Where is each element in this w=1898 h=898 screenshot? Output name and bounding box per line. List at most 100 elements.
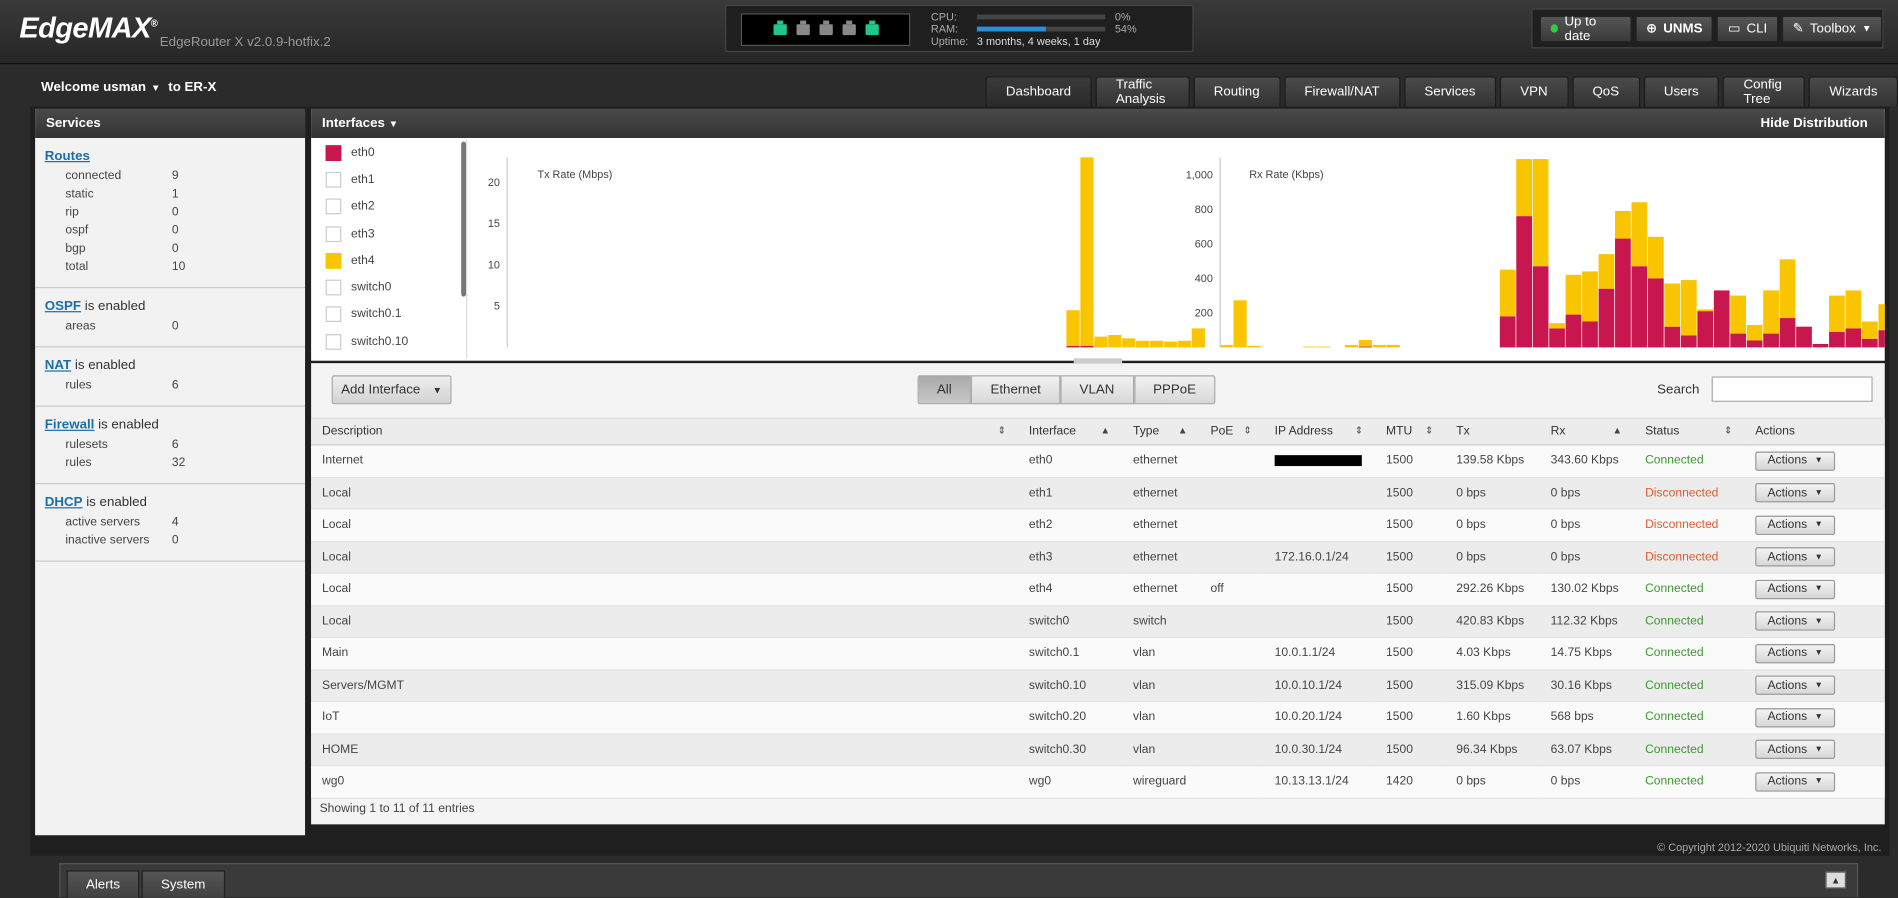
actions-button[interactable]: Actions ▼: [1755, 547, 1836, 567]
tab-services[interactable]: Services: [1403, 76, 1497, 107]
hide-distribution-button[interactable]: Hide Distribution: [1761, 116, 1868, 131]
legend-item[interactable]: eth0: [311, 139, 466, 166]
legend-checkbox[interactable]: [325, 144, 342, 161]
filter-all[interactable]: All: [917, 375, 972, 405]
actions-label: Actions: [1767, 582, 1808, 596]
actions-button[interactable]: Actions ▼: [1755, 707, 1836, 728]
tab-routing[interactable]: Routing: [1193, 76, 1281, 107]
status-value: Connected: [1645, 646, 1704, 661]
cell-desc: IoT: [311, 701, 1019, 735]
tab-config-tree[interactable]: Config Tree: [1722, 76, 1806, 107]
legend-item[interactable]: eth2: [311, 193, 466, 220]
tab-qos[interactable]: QoS: [1571, 76, 1640, 107]
actions-button[interactable]: Actions ▼: [1755, 739, 1836, 760]
dhcp-status: is enabled: [82, 495, 147, 510]
column-header-interface[interactable]: Interface ▲: [1018, 417, 1123, 446]
legend-checkbox[interactable]: [325, 252, 342, 269]
unms-button[interactable]: ⊕ UNMS: [1635, 15, 1714, 42]
legend-item[interactable]: eth4: [311, 247, 466, 274]
alerts-tab[interactable]: Alerts: [66, 870, 140, 898]
actions-button[interactable]: Actions ▼: [1755, 643, 1836, 664]
type-value: vlan: [1133, 710, 1156, 725]
firewall-link[interactable]: Firewall: [45, 418, 95, 433]
bar-eth4: [1779, 259, 1796, 319]
legend-item[interactable]: switch0.10: [311, 328, 466, 355]
column-header-type[interactable]: Type ▲: [1122, 417, 1200, 446]
firewall-row: rulesets 6: [45, 436, 296, 454]
column-header-status[interactable]: Status ⇕: [1634, 417, 1745, 446]
actions-button[interactable]: Actions ▼: [1755, 451, 1836, 471]
column-header-ip-address[interactable]: IP Address ⇕: [1263, 417, 1376, 446]
legend-item[interactable]: switch0.1: [311, 301, 466, 328]
tab-firewall-nat[interactable]: Firewall/NAT: [1283, 76, 1401, 107]
service-key: connected: [65, 169, 122, 183]
ip-value: 10.0.20.1/24: [1274, 710, 1342, 725]
tx-value: 0 bps: [1456, 550, 1486, 564]
actions-button[interactable]: Actions ▼: [1755, 611, 1836, 631]
filter-pppoe[interactable]: PPPoE: [1133, 375, 1216, 405]
cell-actions: Actions ▼: [1744, 669, 1885, 703]
cli-button[interactable]: ▭ CLI: [1716, 15, 1779, 42]
bar-eth4: [1233, 300, 1247, 348]
legend-checkbox[interactable]: [325, 171, 342, 188]
header-buttons: Up to date ⊕ UNMS ▭ CLI ✎ Toolbox ▼: [1531, 8, 1884, 49]
bar-eth0: [1861, 338, 1878, 348]
column-header-rx[interactable]: Rx ▲: [1539, 417, 1635, 446]
bar-eth4: [1108, 335, 1122, 348]
column-label: Rx: [1550, 424, 1566, 439]
legend-label: eth3: [351, 227, 375, 241]
collapse-icon[interactable]: ▲: [1825, 871, 1847, 889]
actions-button[interactable]: Actions ▼: [1755, 771, 1836, 792]
routes-link[interactable]: Routes: [45, 149, 90, 164]
tab-dashboard[interactable]: Dashboard: [985, 76, 1092, 107]
legend-item[interactable]: eth1: [311, 166, 466, 193]
tab-traffic-analysis[interactable]: Traffic Analysis: [1095, 76, 1190, 107]
cpu-bar: [976, 14, 1106, 20]
dhcp-link[interactable]: DHCP: [45, 495, 83, 510]
column-header-poe[interactable]: PoE ⇕: [1199, 417, 1264, 446]
tab-users[interactable]: Users: [1643, 76, 1720, 107]
legend-checkbox[interactable]: [325, 306, 342, 323]
add-interface-button[interactable]: Add Interface ▼: [331, 375, 452, 405]
system-tab[interactable]: System: [141, 870, 225, 898]
service-value: 0: [171, 533, 179, 548]
bar-eth0: [1878, 330, 1895, 348]
welcome-user-menu[interactable]: Welcome usman ▼: [41, 80, 160, 95]
legend-checkbox[interactable]: [325, 198, 342, 215]
bar-eth4: [1344, 344, 1359, 348]
search-input[interactable]: [1711, 376, 1873, 402]
cell-tx: 315.09 Kbps: [1445, 669, 1540, 703]
column-header-mtu[interactable]: MTU ⇕: [1375, 417, 1446, 446]
actions-button[interactable]: Actions ▼: [1755, 515, 1836, 535]
poe-value: off: [1210, 582, 1224, 596]
filter-ethernet[interactable]: Ethernet: [971, 375, 1061, 405]
filter-vlan[interactable]: VLAN: [1060, 375, 1134, 405]
up-to-date-button[interactable]: Up to date: [1539, 14, 1632, 43]
cell-ip: 172.16.0.1/24: [1263, 541, 1376, 574]
actions-label: Actions: [1767, 550, 1808, 564]
legend-scrollbar[interactable]: [461, 141, 467, 297]
chevron-down-icon: ▼: [1861, 22, 1872, 34]
actions-label: Actions: [1767, 518, 1808, 532]
cell-ip: [1263, 573, 1376, 606]
tab-vpn[interactable]: VPN: [1499, 76, 1569, 107]
ospf-link[interactable]: OSPF: [45, 299, 81, 314]
bar-eth4: [1730, 295, 1747, 334]
legend-checkbox[interactable]: [325, 333, 342, 350]
actions-button[interactable]: Actions ▼: [1755, 579, 1836, 599]
nat-link[interactable]: NAT: [45, 358, 71, 373]
service-value: 0: [171, 319, 179, 333]
column-label: Description: [321, 424, 383, 439]
interfaces-menu[interactable]: Interfaces ▼: [322, 116, 398, 131]
toolbox-button[interactable]: ✎ Toolbox ▼: [1781, 15, 1883, 42]
legend-checkbox[interactable]: [325, 279, 342, 296]
actions-button[interactable]: Actions ▼: [1755, 675, 1836, 696]
legend-item[interactable]: eth3: [311, 220, 466, 247]
cell-ip: 10.13.13.1/24: [1263, 765, 1376, 799]
column-header-description[interactable]: Description ⇕: [311, 417, 1019, 446]
actions-button[interactable]: Actions ▼: [1755, 483, 1836, 503]
tab-wizards[interactable]: Wizards: [1808, 76, 1898, 107]
legend-item[interactable]: switch0: [311, 274, 466, 301]
chevron-down-icon: ▼: [1814, 456, 1823, 466]
legend-checkbox[interactable]: [325, 225, 342, 242]
